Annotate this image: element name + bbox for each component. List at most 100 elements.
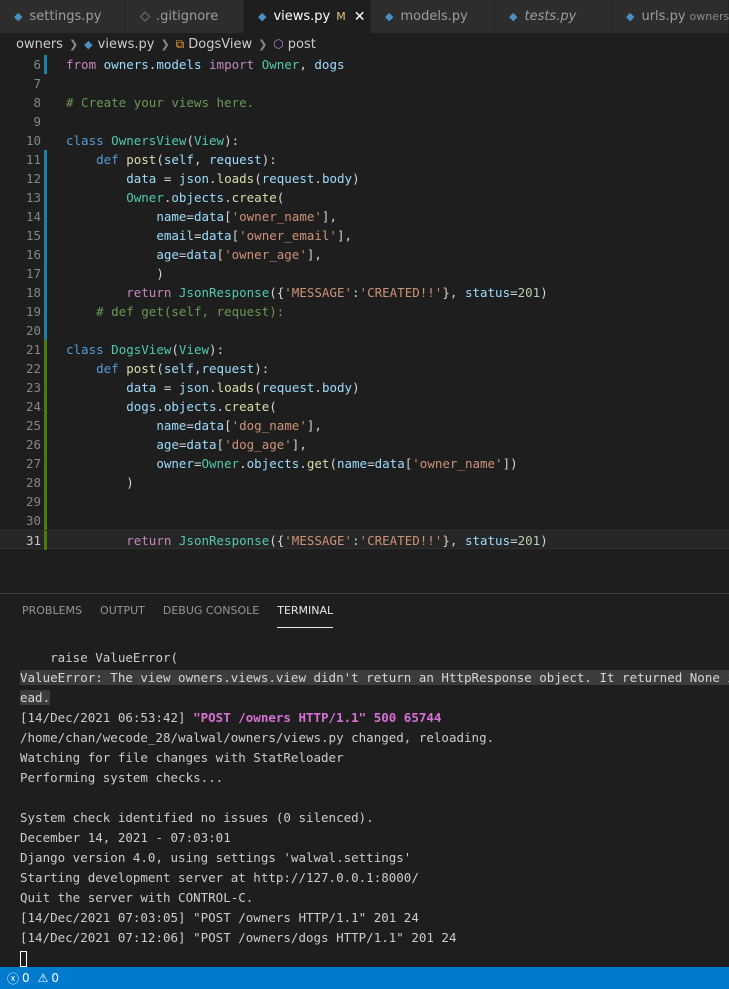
git-gutter-marker[interactable] [44,340,47,359]
line-number: 26 [25,437,41,452]
line-number: 11 [25,152,41,167]
git-gutter-marker[interactable] [44,55,47,74]
line-number: 28 [25,475,41,490]
git-gutter-marker[interactable] [44,454,47,473]
git-gutter-marker[interactable] [44,378,47,397]
code-line[interactable]: 21 class DogsView(View): [0,340,729,359]
code-line[interactable]: 12 data = json.loads(request.body) [0,169,729,188]
tab-terminal[interactable]: TERMINAL [277,594,333,628]
line-number: 24 [25,399,41,414]
error-count[interactable]: 0 [22,971,30,985]
git-gutter-marker[interactable] [44,511,47,530]
line-number: 14 [25,209,41,224]
code-line[interactable]: 19 # def get(self, request): [0,302,729,321]
code-line[interactable]: 24 dogs.objects.create( [0,397,729,416]
terminal-line: Performing system checks... [20,770,224,785]
code-line[interactable]: 22 def post(self,request): [0,359,729,378]
code-line[interactable]: 7 [0,74,729,93]
code-line[interactable]: 27 owner=Owner.objects.get(name=data['ow… [0,454,729,473]
terminal-line: Django version 4.0, using settings 'walw… [20,850,412,865]
code-line[interactable]: 11 def post(self, request): [0,150,729,169]
code-line[interactable]: 30 [0,511,729,530]
git-gutter-marker[interactable] [44,531,47,550]
git-gutter-marker[interactable] [44,169,47,188]
code-line[interactable]: 6 from owners.models import Owner, dogs [0,55,729,74]
code-line[interactable]: 26 age=data['dog_age'], [0,435,729,454]
git-gutter-marker[interactable] [44,207,47,226]
code-line[interactable]: 25 name=data['dog_name'], [0,416,729,435]
terminal-cursor [20,950,27,967]
tab-tests-py[interactable]: ◆ tests.py [495,0,612,33]
code-line[interactable]: 8 # Create your views here. [0,93,729,112]
terminal-line: Starting development server at http://12… [20,870,419,885]
terminal-line: December 14, 2021 - 07:03:01 [20,830,231,845]
tab-problems[interactable]: PROBLEMS [22,594,82,628]
breadcrumb-method[interactable]: post [288,37,316,52]
git-gutter-marker[interactable] [44,473,47,492]
code-line[interactable]: 17 ) [0,264,729,283]
breadcrumb-class[interactable]: DogsView [188,37,252,52]
bottom-panel: PROBLEMS OUTPUT DEBUG CONSOLE TERMINAL r… [0,593,729,969]
code-line[interactable]: 29 [0,492,729,511]
code-line[interactable]: 23 data = json.loads(request.body) [0,378,729,397]
git-gutter-marker[interactable] [44,435,47,454]
warning-count[interactable]: 0 [51,971,59,985]
error-icon: ⓧ [7,971,20,986]
git-gutter-marker[interactable] [44,359,47,378]
terminal-output[interactable]: raise ValueError( ValueError: The view o… [20,648,729,968]
code-line[interactable]: 16 age=data['owner_age'], [0,245,729,264]
terminal-line: [14/Dec/2021 07:03:05] "POST /owners HTT… [20,910,419,925]
code-line[interactable]: 20 [0,321,729,340]
code-line[interactable]: 9 [0,112,729,131]
python-file-icon: ◆ [14,10,23,23]
code-line[interactable]: 28 ) [0,473,729,492]
tab-debug-console[interactable]: DEBUG CONSOLE [163,594,259,628]
code-text: return JsonResponse({'MESSAGE':'CREATED!… [126,285,548,300]
git-gutter-marker[interactable] [44,321,47,340]
code-line[interactable]: 13 Owner.objects.create( [0,188,729,207]
code-text: return JsonResponse({'MESSAGE':'CREATED!… [126,533,548,548]
python-file-icon: ◆ [84,37,93,51]
git-gutter-marker[interactable] [44,150,47,169]
code-line[interactable]: 14 name=data['owner_name'], [0,207,729,226]
panel-tabs: PROBLEMS OUTPUT DEBUG CONSOLE TERMINAL [0,594,729,628]
gitignore-file-icon: ◇ [140,9,150,24]
git-gutter-marker[interactable] [44,492,47,511]
terminal-line: raise ValueError( [20,650,179,665]
code-line[interactable]: 15 email=data['owner_email'], [0,226,729,245]
code-text: data = json.loads(request.body) [126,171,360,186]
git-gutter-marker[interactable] [44,264,47,283]
code-text: age=data['owner_age'], [156,247,322,262]
git-gutter-marker[interactable] [44,397,47,416]
close-icon[interactable]: ✕ [354,9,366,25]
tab-models-py[interactable]: ◆ models.py [371,0,495,33]
tab-gitignore[interactable]: ◇ .gitignore [126,0,244,33]
code-line[interactable]: 10 class OwnersView(View): [0,131,729,150]
git-gutter-marker[interactable] [44,283,47,302]
tab-settings-py[interactable]: ◆ settings.py [0,0,126,33]
code-editor[interactable]: 6 from owners.models import Owner, dogs 7 8… [0,55,729,555]
git-gutter-marker[interactable] [44,226,47,245]
git-gutter-marker[interactable] [44,188,47,207]
line-number: 7 [33,76,41,91]
warning-icon: ⚠ [37,971,49,985]
class-symbol-icon: ⧉ [175,36,185,51]
breadcrumb-folder[interactable]: owners [16,37,63,52]
tab-views-py[interactable]: ◆ views.py M ✕ [244,0,371,33]
terminal-line: Quit the server with CONTROL-C. [20,890,254,905]
code-text: name=data['owner_name'], [156,209,337,224]
code-line[interactable]: 18 return JsonResponse({'MESSAGE':'CREAT… [0,283,729,302]
tab-label: settings.py [29,9,102,24]
modified-indicator: M [336,10,346,23]
code-text: def post(self, request): [96,152,277,167]
line-number: 6 [33,57,41,72]
terminal-line: [14/Dec/2021 06:53:42] "POST /owners HTT… [20,708,710,728]
code-text: age=data['dog_age'], [156,437,307,452]
tab-output[interactable]: OUTPUT [100,594,145,628]
code-line[interactable]: 31 return JsonResponse({'MESSAGE':'CREAT… [0,530,729,550]
git-gutter-marker[interactable] [44,245,47,264]
git-gutter-marker[interactable] [44,416,47,435]
tab-urls-py[interactable]: ◆ urls.py owners [612,0,729,33]
breadcrumb-file[interactable]: views.py [98,37,155,52]
git-gutter-marker[interactable] [44,302,47,321]
